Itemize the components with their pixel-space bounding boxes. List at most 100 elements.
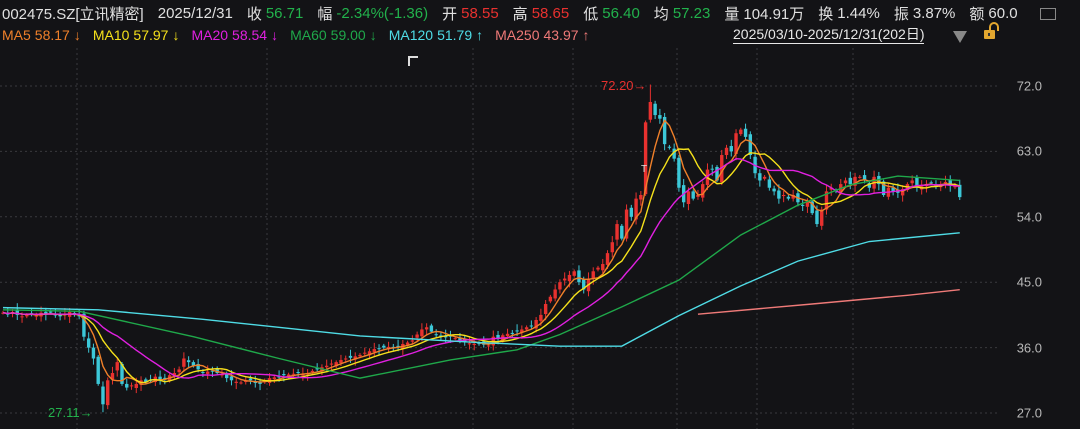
min-price-label: 27.11→ [48,405,93,420]
candle-body [344,358,348,360]
candle-body [134,383,138,389]
candle-body [800,204,805,206]
candle-body [648,101,653,120]
corner-bracket-icon [408,56,418,66]
candle-body [125,383,129,388]
candle-body [701,184,705,198]
candle-body [372,349,376,353]
candle-body [615,224,619,240]
candle-body [182,358,186,367]
candle-body [415,334,419,338]
candle-body [729,146,733,152]
candle-body [348,355,353,358]
y-tick-label: 54.0 [1016,209,1042,225]
candle-body [382,345,386,348]
candle-body [486,345,491,347]
candle-body [515,330,519,332]
y-tick-label: 72.0 [1016,78,1042,94]
candle-body [225,374,229,379]
candle-body [410,340,415,342]
candle-body [539,314,543,321]
candle-body [129,385,134,387]
candle-body [205,371,210,374]
max-price-value: 72.20 [601,78,634,93]
candle-body [572,271,576,276]
candle-body [748,134,753,156]
candle-body [605,253,610,265]
candle-body [739,129,743,135]
candle-body [710,168,714,170]
candle-body [377,348,381,350]
candlestick-chart[interactable] [0,0,1080,429]
candle-body [177,369,181,373]
candle-body [339,359,343,364]
candle-body [758,173,762,181]
ma20-line [2,158,960,379]
candle-body [524,327,529,330]
candle-body [596,267,600,270]
y-tick-label: 63.0 [1016,143,1042,159]
candle-body [658,115,662,119]
candle-body [424,327,429,330]
candle-body [558,282,562,290]
marker-icon: T [641,164,648,175]
candle-body [858,176,862,178]
candle-body [48,311,53,313]
candle-body [358,354,362,357]
ma250-line [697,288,960,315]
candle-body [34,315,39,317]
candle-body [567,274,572,282]
candle-body [910,180,914,184]
candle-body [467,343,472,345]
candle-body [282,374,286,376]
candle-body [186,360,191,363]
candle-body [234,381,238,383]
candle-body [248,378,253,381]
candle-body [677,157,681,188]
candle-body [324,365,329,368]
candle-body [762,176,767,179]
candle-body [691,191,695,199]
candle-body [767,179,772,188]
max-price-label: 72.20→ [601,78,647,93]
candle-body [553,289,557,299]
candle-body [562,278,567,281]
y-tick-label: 45.0 [1016,274,1042,290]
candle-body [106,380,110,406]
ma5-line [2,119,961,385]
candle-body [548,296,553,302]
candle-body [429,325,434,332]
y-tick-label: 36.0 [1016,340,1042,356]
candle-body [329,363,334,365]
candle-body [86,338,91,348]
candle-body [653,103,657,116]
candle-body [724,147,729,156]
candle-body [820,209,824,226]
min-price-value: 27.11 [48,405,80,420]
candle-body [686,191,691,205]
candle-body [510,332,515,334]
candle-body [815,210,819,225]
arrow-right-icon: → [633,78,647,93]
candle-body [929,182,933,184]
candle-body [96,356,100,384]
candle-body [786,196,791,199]
candle-body [363,352,367,354]
candle-body [629,207,634,217]
candle-body [453,338,457,340]
ma120-line [2,232,960,347]
y-tick-label: 27.0 [1016,405,1042,421]
candle-body [601,264,605,271]
arrow-right-icon: → [79,405,93,420]
candle-body [529,325,534,327]
candle-body [20,316,24,318]
candle-body [667,146,672,148]
candle-body [505,333,510,337]
candle-body [434,334,438,336]
candle-body [101,386,105,405]
candle-body [201,372,205,374]
candle-body [91,347,96,359]
candle-body [639,195,643,200]
candle-body [805,202,810,207]
candle-body [272,377,277,379]
